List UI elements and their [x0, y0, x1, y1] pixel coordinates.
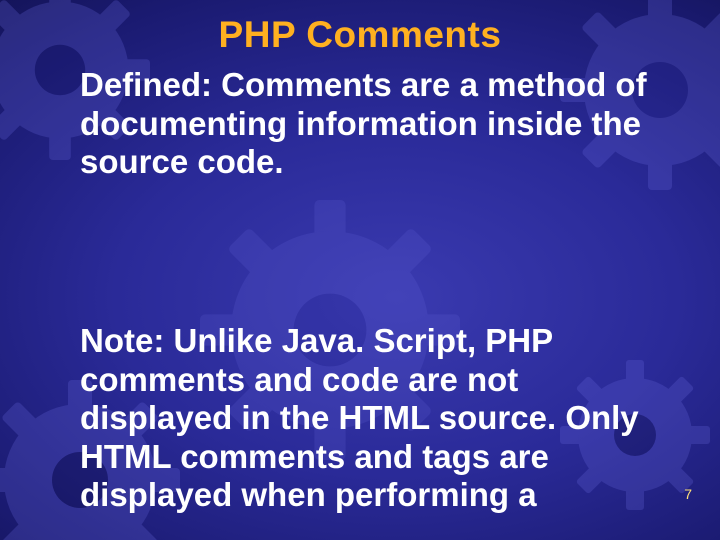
slide-container: PHP Comments Defined: Comments are a met…	[0, 0, 720, 540]
slide-title: PHP Comments	[0, 14, 720, 56]
body-paragraph-1: Defined: Comments are a method of docume…	[80, 66, 660, 182]
body-paragraph-2: Note: Unlike Java. Script, PHP comments …	[80, 322, 660, 515]
page-number: 7	[684, 486, 692, 502]
